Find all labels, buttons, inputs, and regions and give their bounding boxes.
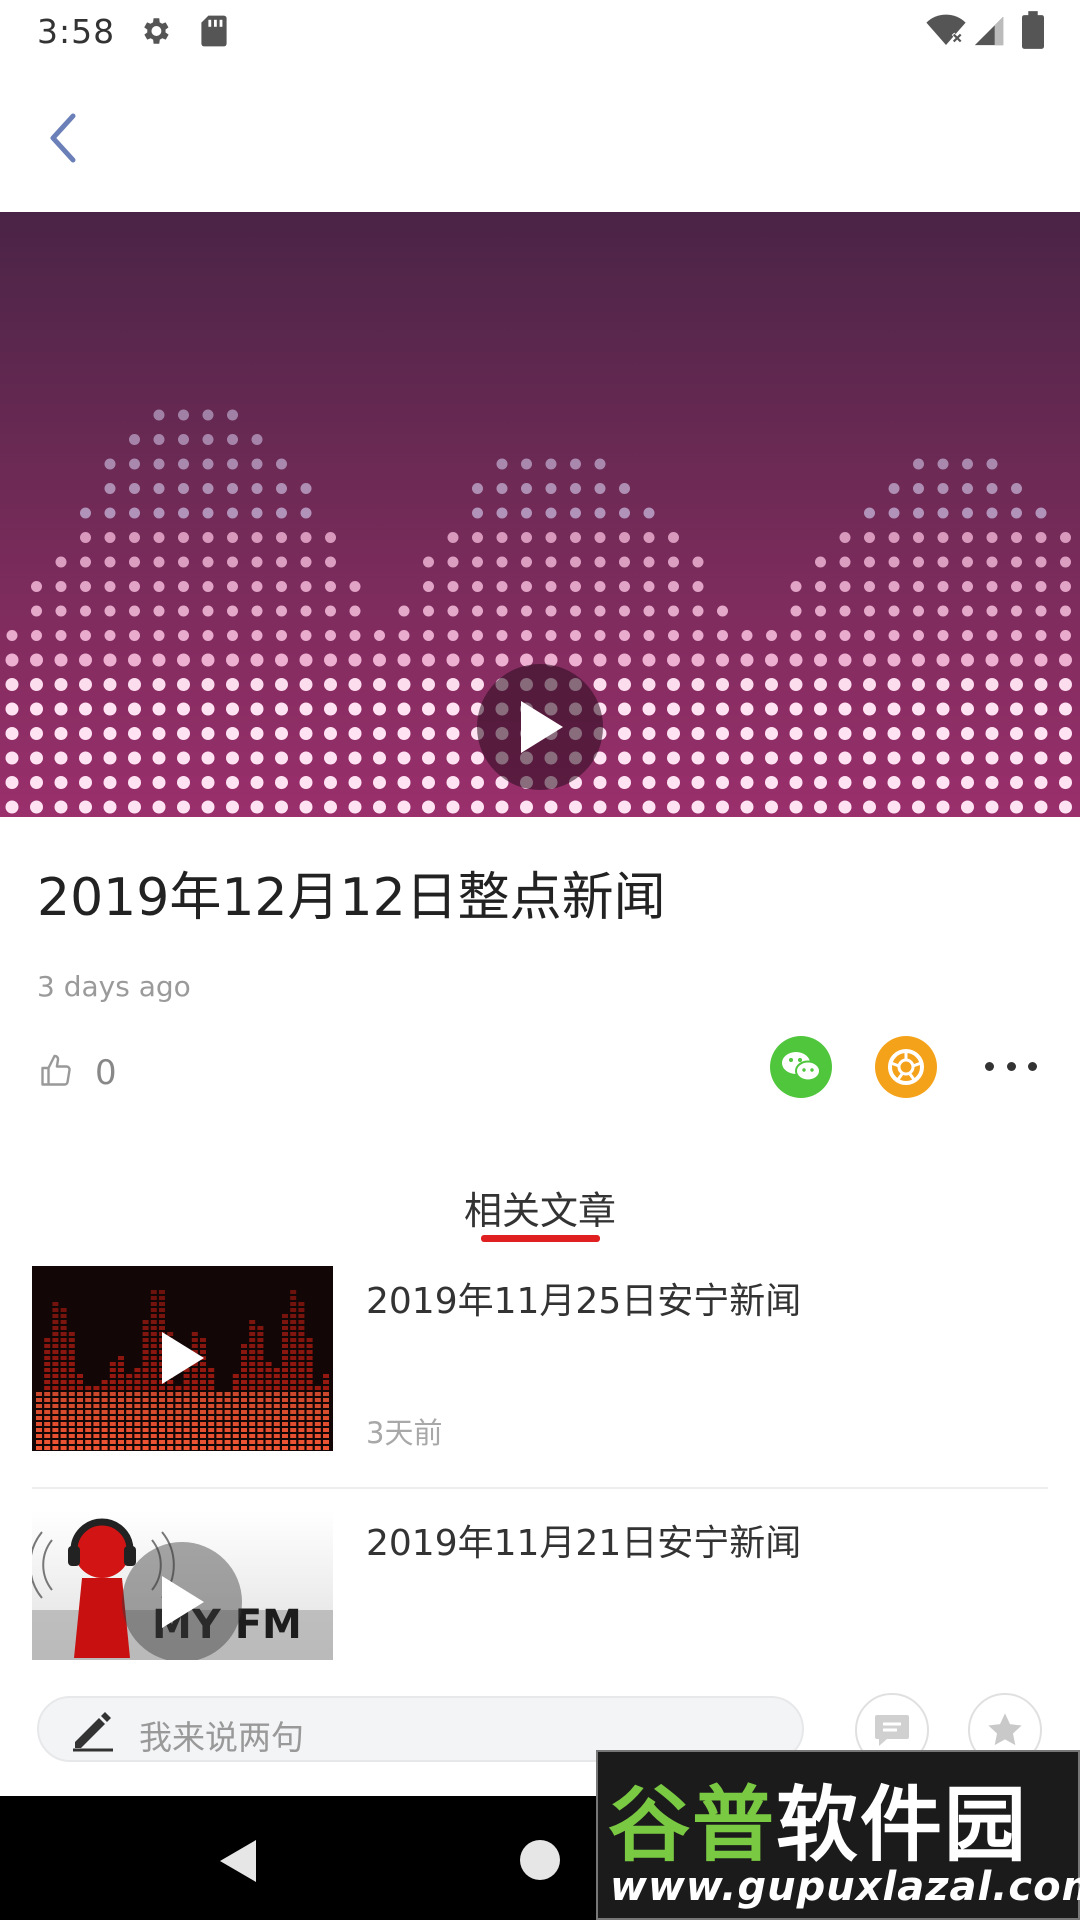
more-button[interactable] [985,1046,1037,1086]
watermark-brand-1: 谷普 [608,1778,777,1873]
video-player[interactable] [0,212,1080,817]
app-bar [0,62,1080,214]
play-button [122,1298,242,1418]
chevron-left-icon [50,113,76,163]
status-time: 3:58 [37,12,116,51]
status-bar: 3:58 [0,0,1080,62]
article-time: 3 days ago [37,970,191,1003]
like-count: 0 [95,1053,117,1093]
list-item[interactable]: MY FM 2019年11月21日安宁新闻 3天前 [0,1508,1080,1660]
share-moments-button[interactable] [875,1036,937,1098]
wifi-icon [926,14,966,45]
item-title: 2019年11月21日安宁新闻 [366,1523,802,1564]
moments-icon [888,1049,924,1085]
watermark-logo: 谷普软件园 www.gupuxlazal.com [596,1750,1080,1920]
play-icon [521,701,563,753]
comment-icon [875,1715,909,1746]
play-icon [162,1332,204,1384]
star-icon [988,1713,1022,1746]
article-title: 2019年12月12日整点新闻 [37,868,666,928]
nav-back-icon[interactable] [216,1838,260,1884]
nav-home-icon[interactable] [518,1838,562,1882]
watermark-brand-2: 软件园 [776,1778,1029,1873]
page: 3:58 2019年12月12日整点新闻 3 days ago 0 相关文章 2… [0,0,1080,1920]
list-item[interactable]: 2019年11月25日安宁新闻 3天前 [0,1266,1080,1486]
item-time: 3天前 [366,1652,442,1660]
comment-placeholder: 我来说两句 [139,1718,304,1757]
thumbs-up-icon[interactable] [38,1053,74,1089]
play-button[interactable] [477,664,603,790]
back-button[interactable] [34,106,90,170]
pencil-icon [73,1712,113,1752]
item-time: 3天前 [366,1416,443,1450]
watermark-url: www.gupuxlazal.com [610,1864,1080,1910]
play-button [122,1542,242,1660]
settings-icon [144,18,169,44]
item-title: 2019年11月25日安宁新闻 [366,1281,802,1322]
tab-indicator [481,1235,600,1242]
item-thumbnail [32,1266,333,1451]
signal-icon [974,16,1004,46]
play-icon [162,1576,204,1628]
item-thumbnail: MY FM [32,1510,333,1660]
more-icon [985,1061,994,1071]
wechat-icon [782,1052,821,1082]
share-wechat-button[interactable] [770,1036,832,1098]
battery-icon [1022,11,1044,49]
divider [32,1487,1048,1489]
sd-card-icon [201,15,227,47]
tab-related-articles[interactable]: 相关文章 [440,1180,640,1235]
